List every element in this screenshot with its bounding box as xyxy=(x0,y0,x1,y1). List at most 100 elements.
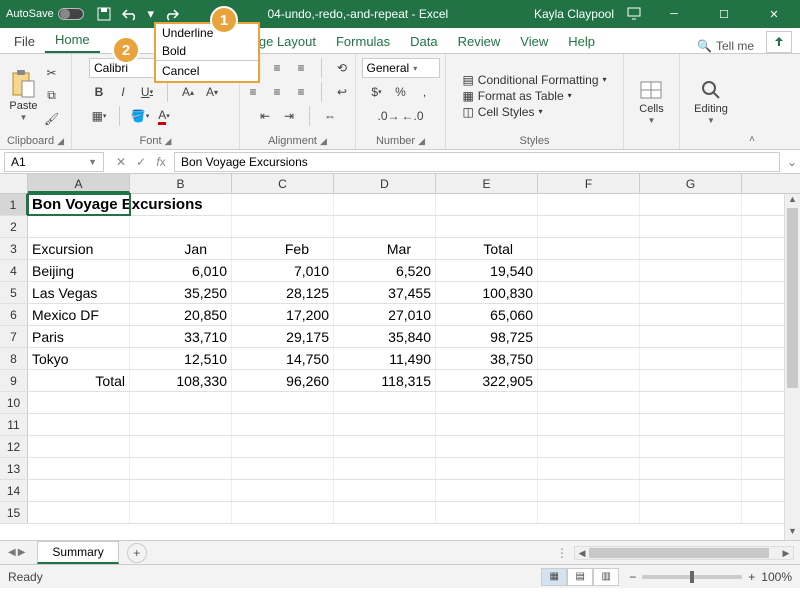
cell[interactable] xyxy=(538,392,640,413)
cell[interactable]: 35,250 xyxy=(130,282,232,303)
cell[interactable] xyxy=(640,304,742,325)
row-head[interactable]: 14 xyxy=(0,480,28,501)
shrink-font-button[interactable]: A▾ xyxy=(202,82,222,102)
cell[interactable] xyxy=(28,392,130,413)
cell[interactable]: 35,840 xyxy=(334,326,436,347)
cell[interactable]: 19,540 xyxy=(436,260,538,281)
cell[interactable]: 322,905 xyxy=(436,370,538,391)
comma-format-button[interactable]: , xyxy=(415,82,435,102)
cell[interactable] xyxy=(130,480,232,501)
maximize-button[interactable]: ☐ xyxy=(704,0,744,28)
new-sheet-button[interactable]: + xyxy=(127,543,147,563)
zoom-out-button[interactable]: − xyxy=(629,570,636,584)
align-left-button[interactable]: ≡ xyxy=(243,82,263,102)
font-color-button[interactable]: A▾ xyxy=(154,106,174,126)
cell[interactable]: 28,125 xyxy=(232,282,334,303)
col-head-c[interactable]: C xyxy=(232,174,334,193)
cell[interactable] xyxy=(538,260,640,281)
cell[interactable] xyxy=(28,436,130,457)
cell[interactable] xyxy=(232,436,334,457)
cell[interactable] xyxy=(538,326,640,347)
cell[interactable] xyxy=(640,502,742,523)
conditional-formatting-button[interactable]: ▤Conditional Formatting▾ xyxy=(462,73,606,87)
dialog-launcher-icon[interactable]: ◢ xyxy=(57,136,64,147)
tab-review[interactable]: Review xyxy=(448,30,511,53)
align-center-button[interactable]: ≡ xyxy=(267,82,287,102)
cell[interactable]: 38,750 xyxy=(436,348,538,369)
italic-button[interactable]: I xyxy=(113,82,133,102)
cell[interactable]: Beijing xyxy=(28,260,130,281)
align-bottom-button[interactable]: ≡ xyxy=(291,58,311,78)
expand-formula-bar-icon[interactable]: ⌄ xyxy=(784,155,800,169)
cell[interactable]: Tokyo xyxy=(28,348,130,369)
cell[interactable] xyxy=(538,502,640,523)
paste-button[interactable]: Paste ▼ xyxy=(9,69,37,122)
tell-me-search[interactable]: 🔍 Tell me xyxy=(689,39,762,53)
undo-history-item[interactable]: Underline xyxy=(156,24,258,42)
cell[interactable] xyxy=(130,436,232,457)
cell[interactable]: 98,725 xyxy=(436,326,538,347)
row-head[interactable]: 11 xyxy=(0,414,28,435)
autosave-toggle[interactable]: AutoSave xyxy=(6,8,84,20)
cell[interactable] xyxy=(538,414,640,435)
cell[interactable] xyxy=(538,370,640,391)
increase-indent-button[interactable]: ⇥ xyxy=(279,106,299,126)
tab-page-layout[interactable]: age Layout xyxy=(252,30,326,53)
sheet-tab-summary[interactable]: Summary xyxy=(37,541,118,564)
cell[interactable]: 11,490 xyxy=(334,348,436,369)
cell[interactable]: 118,315 xyxy=(334,370,436,391)
enter-formula-icon[interactable]: ✓ xyxy=(132,155,150,169)
cell[interactable]: 37,455 xyxy=(334,282,436,303)
cell[interactable] xyxy=(436,194,538,215)
format-painter-button[interactable]: 🖌 xyxy=(42,109,62,129)
cell[interactable] xyxy=(334,216,436,237)
cell[interactable] xyxy=(28,458,130,479)
col-head-b[interactable]: B xyxy=(130,174,232,193)
cell[interactable] xyxy=(436,502,538,523)
cell[interactable] xyxy=(28,502,130,523)
borders-button[interactable]: ▦▾ xyxy=(89,106,109,126)
cell[interactable] xyxy=(640,392,742,413)
undo-history-item[interactable]: Bold xyxy=(156,42,258,60)
cell[interactable] xyxy=(538,480,640,501)
cell[interactable] xyxy=(640,260,742,281)
increase-decimal-button[interactable]: .0→ xyxy=(379,106,399,126)
fill-color-button[interactable]: 🪣▾ xyxy=(130,106,150,126)
tab-data[interactable]: Data xyxy=(400,30,447,53)
col-head-d[interactable]: D xyxy=(334,174,436,193)
row-head[interactable]: 13 xyxy=(0,458,28,479)
collapse-ribbon-icon[interactable]: ˄ xyxy=(749,134,755,145)
percent-format-button[interactable]: % xyxy=(391,82,411,102)
cell[interactable] xyxy=(130,458,232,479)
cell[interactable] xyxy=(640,370,742,391)
cell[interactable] xyxy=(640,480,742,501)
row-head[interactable]: 3 xyxy=(0,238,28,259)
underline-button[interactable]: U▾ xyxy=(137,82,157,102)
cell[interactable] xyxy=(232,458,334,479)
cell[interactable] xyxy=(640,436,742,457)
cell[interactable] xyxy=(334,392,436,413)
cell[interactable] xyxy=(130,194,232,215)
cell[interactable]: 108,330 xyxy=(130,370,232,391)
user-account[interactable]: Kayla Claypool xyxy=(534,7,614,21)
vertical-scrollbar[interactable]: ▲ ▼ xyxy=(784,194,800,540)
cell[interactable]: Jan xyxy=(130,238,232,259)
cell[interactable] xyxy=(640,216,742,237)
close-button[interactable]: ✕ xyxy=(754,0,794,28)
cell[interactable] xyxy=(538,458,640,479)
view-page-layout-button[interactable]: ▤ xyxy=(567,568,593,586)
cell[interactable]: 100,830 xyxy=(436,282,538,303)
merge-button[interactable]: ⇔ xyxy=(320,106,340,126)
tab-home[interactable]: Home xyxy=(45,28,100,53)
dialog-launcher-icon[interactable]: ◢ xyxy=(418,136,425,147)
cell[interactable]: Total xyxy=(436,238,538,259)
formula-input[interactable]: Bon Voyage Excursions xyxy=(174,152,780,172)
cell[interactable] xyxy=(436,414,538,435)
worksheet-grid[interactable]: A B C D E F G 1Bon Voyage Excursions23Ex… xyxy=(0,174,800,540)
cell[interactable] xyxy=(232,414,334,435)
cancel-formula-icon[interactable]: ✕ xyxy=(112,155,130,169)
copy-button[interactable]: ⧉ xyxy=(42,86,62,106)
row-head[interactable]: 8 xyxy=(0,348,28,369)
cell[interactable] xyxy=(130,216,232,237)
cell[interactable]: 6,010 xyxy=(130,260,232,281)
